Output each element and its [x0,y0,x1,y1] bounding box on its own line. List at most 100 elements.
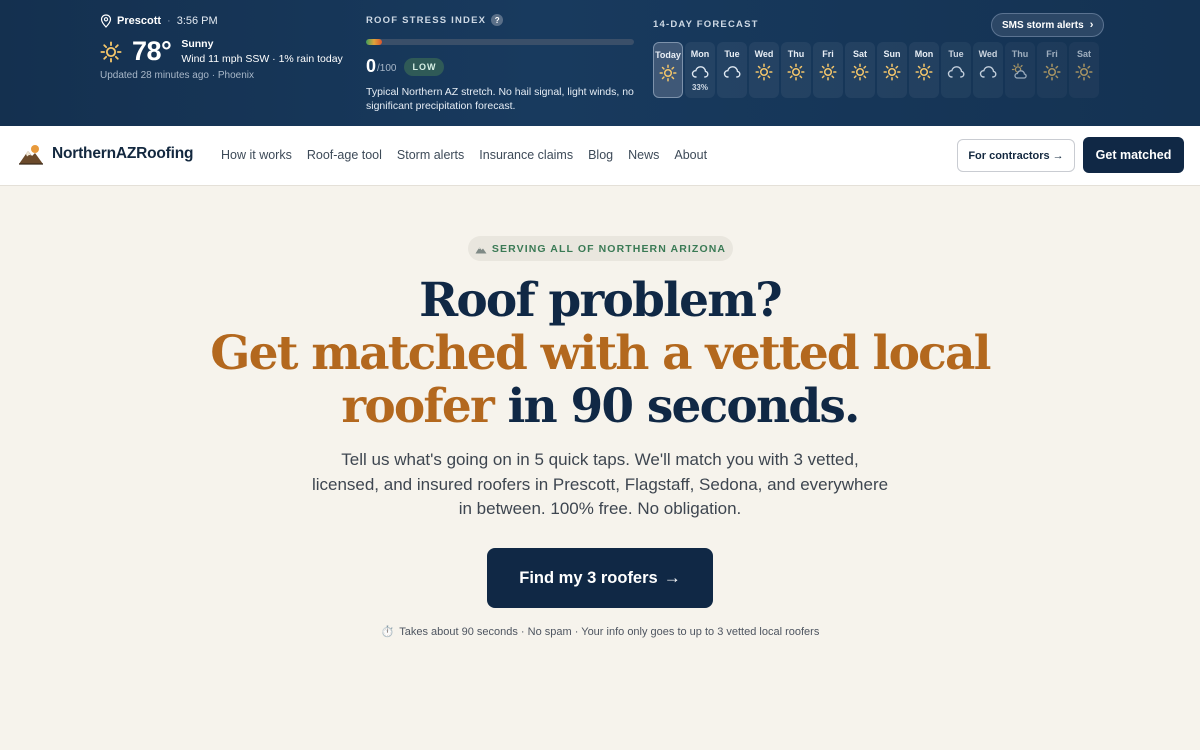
service-area-badge: SERVING ALL OF NORTHERN ARIZONA [468,236,733,261]
forecast-day[interactable]: Mon [909,42,939,98]
reassurance-text: Takes about 90 seconds · No spam · Your … [399,626,820,638]
precip-chance: 33% [691,83,708,92]
forecast-day[interactable]: Thu [1005,42,1035,98]
for-contractors-button[interactable]: For contractors → [957,139,1075,172]
forecast-day-label: Sun [883,49,901,59]
forecast-day[interactable]: Sat [1069,42,1099,98]
sun-icon [851,63,869,81]
condition-label: Sunny [181,37,214,50]
forecast-header: 14-DAY FORECAST [653,14,759,30]
location-pin-icon [100,14,112,28]
sun-icon [1043,63,1061,81]
headline-line-1: Roof problem? [419,273,783,328]
forecast-day[interactable]: Tue [717,42,747,98]
nav-link-about[interactable]: About [674,148,707,162]
forecast-day-label: Today [655,50,681,60]
cloud-icon [947,66,965,78]
separator-dot: · [167,15,171,27]
cloud-icon [723,66,741,78]
service-area-text: SERVING ALL OF NORTHERN ARIZONA [491,242,727,255]
nav-link-roof-age-tool[interactable]: Roof-age tool [307,148,382,162]
stress-score-max: /100 [377,63,397,74]
stress-level-badge: LOW [404,57,445,76]
get-matched-button[interactable]: Get matched [1083,137,1184,173]
condition-block: Sunny Wind 11 mph SSW · 1% rain today [181,37,342,67]
chevron-right-icon: › [1089,19,1094,31]
local-time: 3:56 PM [176,15,218,27]
headline-accent-word: roofer [341,379,494,434]
nav-links: How it works Roof-age tool Storm alerts … [221,148,707,162]
updated-timestamp: Updated 28 minutes ago · Phoenix [100,70,254,81]
forecast-day-label: Wed [754,49,774,59]
stopwatch-icon: ⏱️ [380,626,395,638]
hero-headline: Roof problem? Get matched with a vetted … [0,274,1200,433]
forecast-day-label: Fri [1046,49,1058,59]
roof-stress-index: ROOF STRESS INDEX ? 0 /100 LOW Typical N… [366,14,634,113]
forecast-day[interactable]: Sun [877,42,907,98]
hero-subtext: Tell us what's going on in 5 quick taps.… [311,450,889,518]
partly-cloudy-icon [1011,63,1027,79]
roof-stress-title-row: ROOF STRESS INDEX ? [366,14,634,26]
brand-logo-link[interactable]: NorthernAZRoofing [18,143,193,165]
roof-stress-title: ROOF STRESS INDEX [366,14,487,26]
forecast-day[interactable]: Mon 33% [685,42,715,98]
forecast-day-label: Thu [1011,49,1029,59]
current-conditions: 78° Sunny Wind 11 mph SSW · 1% rain toda… [100,36,343,67]
sun-icon [787,63,805,81]
mountain-sun-logo-icon [19,145,43,165]
forecast-day-label: Tue [948,49,964,59]
forecast-day[interactable]: Wed [749,42,779,98]
sun-icon [915,63,933,81]
nav-link-how-it-works[interactable]: How it works [221,148,292,162]
forecast-day-label: Thu [787,49,805,59]
forecast-day-label: Sat [1076,49,1091,59]
mountain-icon [475,246,487,253]
sun-icon [819,63,837,81]
stress-meter [366,39,634,45]
weather-bar: Prescott · 3:56 PM 78° Sunny Wind 11 mph… [0,0,1200,126]
forecast-day-today[interactable]: Today [653,42,683,98]
nav-link-news[interactable]: News [628,148,659,162]
forecast-day-label: Mon [690,49,710,59]
location-row[interactable]: Prescott · 3:56 PM [100,14,218,28]
sms-storm-alerts-label: SMS storm alerts [1002,19,1084,31]
headline-line-2: Get matched with a vetted local [210,326,991,381]
forecast-day[interactable]: Tue [941,42,971,98]
current-temperature: 78° [132,36,172,66]
sun-icon [100,40,122,63]
cloud-icon [691,66,709,78]
forecast-day[interactable]: Fri [1037,42,1067,98]
forecast-day[interactable]: Sat [845,42,875,98]
sun-icon [1075,63,1093,81]
forecast-day-label: Sat [852,49,867,59]
stress-meter-fill [366,39,383,45]
cloud-icon [979,66,997,78]
main-nav: NorthernAZRoofing How it works Roof-age … [0,126,1200,186]
nav-link-insurance-claims[interactable]: Insurance claims [479,148,573,162]
sun-icon [755,63,773,81]
forecast-day[interactable]: Thu [781,42,811,98]
forecast-day[interactable]: Wed [973,42,1003,98]
wind-rain-details: Wind 11 mph SSW · 1% rain today [181,52,343,65]
forecast-day-label: Tue [724,49,740,59]
brand-name: NorthernAZRoofing [52,145,194,162]
forecast-day-label: Fri [822,49,834,59]
sun-icon [883,63,901,81]
find-roofers-label: Find my 3 roofers [519,568,658,587]
stress-score-row: 0 /100 LOW [366,56,634,77]
headline-line-3: roofer in 90 seconds. [0,380,1200,433]
nav-link-blog[interactable]: Blog [588,148,613,162]
nav-link-storm-alerts[interactable]: Storm alerts [397,148,464,162]
help-icon[interactable]: ? [491,14,504,26]
forecast-day[interactable]: Fri [813,42,843,98]
forecast-title: 14-DAY FORECAST [653,19,759,30]
forecast-days: Today Mon 33% Tue Wed Thu Fri Sat Sun Mon Tue Wed Th… [653,42,1099,98]
find-roofers-button[interactable]: Find my 3 roofers → [487,548,713,608]
reassurance-note: ⏱️ Takes about 90 seconds · No spam · Yo… [0,625,1200,638]
sun-icon [659,64,677,82]
stress-description: Typical Northern AZ stretch. No hail sig… [366,86,634,112]
stress-score: 0 [366,56,377,76]
headline-line-3-rest: in 90 seconds. [492,379,860,434]
forecast-day-label: Wed [978,49,998,59]
sms-storm-alerts-button[interactable]: SMS storm alerts › [991,13,1105,37]
